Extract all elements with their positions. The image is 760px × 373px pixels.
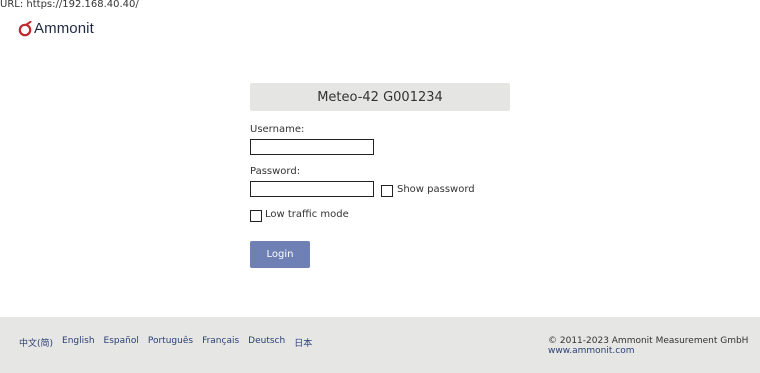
language-link-ja[interactable]: 日本 — [294, 336, 312, 349]
username-input[interactable] — [250, 139, 374, 155]
low-traffic-checkbox[interactable] — [250, 210, 262, 222]
copyright-text: © 2011-2023 Ammonit Measurement GmbH — [548, 336, 749, 346]
ammonit-logo: Ammonit — [17, 20, 94, 37]
login-page: URL: https://192.168.40.40/ Ammonit Mete… — [0, 0, 760, 373]
show-password-label[interactable]: Show password — [397, 184, 475, 195]
website-link[interactable]: www.ammonit.com — [548, 346, 748, 356]
device-name-banner: Meteo-42 G001234 — [250, 83, 510, 111]
username-label: Username: — [250, 124, 305, 135]
ammonit-logo-icon — [18, 20, 32, 36]
language-link-fr[interactable]: Français — [202, 336, 239, 349]
language-link-es[interactable]: Español — [104, 336, 139, 349]
password-input[interactable] — [250, 181, 374, 197]
login-button-label: Login — [266, 249, 294, 260]
url-text: URL: https://192.168.40.40/ — [0, 0, 139, 10]
login-button[interactable]: Login — [250, 241, 310, 268]
language-link-de[interactable]: Deutsch — [248, 336, 285, 349]
brand-name: Ammonit — [34, 20, 94, 37]
device-name: Meteo-42 G001234 — [317, 89, 443, 105]
language-link-pt[interactable]: Português — [148, 336, 193, 349]
language-link-zh[interactable]: 中文(简) — [19, 336, 53, 349]
copyright-block: © 2011-2023 Ammonit Measurement GmbH www… — [548, 336, 748, 356]
language-list: 中文(简) English Español Português Français… — [19, 336, 312, 349]
show-password-checkbox[interactable] — [381, 185, 393, 197]
footer: 中文(简) English Español Português Français… — [0, 317, 760, 373]
low-traffic-label[interactable]: Low traffic mode — [265, 209, 349, 220]
language-link-en[interactable]: English — [62, 336, 95, 349]
password-label: Password: — [250, 166, 301, 177]
